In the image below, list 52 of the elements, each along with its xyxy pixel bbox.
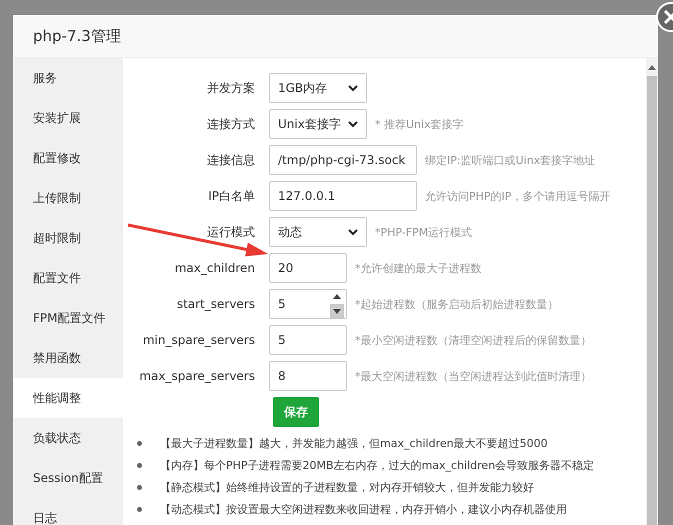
sidebar-item[interactable]: Session配置 (13, 458, 123, 498)
input-field[interactable]: 127.0.0.1 (269, 181, 417, 211)
field-hint: * 推荐Unix套接字 (375, 116, 464, 132)
sidebar-item[interactable]: 上传限制 (13, 178, 123, 218)
field-label: IP白名单 (208, 188, 255, 202)
sidebar-item[interactable]: 服务 (13, 58, 123, 98)
sidebar-item[interactable]: 安装扩展 (13, 98, 123, 138)
number-field[interactable]: 5 (269, 289, 347, 319)
dropdown[interactable]: Unix套接字 (269, 109, 367, 139)
chevron-down-icon (348, 84, 358, 92)
field-label: 运行模式 (207, 224, 255, 238)
field-hint: 允许访问PHP的IP，多个请用逗号隔开 (425, 188, 610, 204)
bullet-icon (137, 484, 142, 490)
note-text: 【最大子进程数量】越大，并发能力越强，但max_children最大不要超过5000 (160, 436, 548, 450)
spin-down-icon[interactable] (330, 304, 344, 319)
note-text: 【动态模式】按设置最大空闲进程数来收回进程，内存开销小，建议小内存机器使用 (160, 502, 567, 516)
chevron-down-icon (348, 228, 358, 236)
chevron-down-icon (348, 120, 358, 128)
dropdown[interactable]: 动态 (269, 217, 367, 247)
note-text: 【静态模式】始终维持设置的子进程数量，对内存开销较大，但并发能力较好 (160, 480, 534, 494)
field-hint: *PHP-FPM运行模式 (375, 224, 472, 240)
sidebar-item[interactable]: FPM配置文件 (13, 298, 123, 338)
field-hint: 绑定IP:监听端口或Uinx套接字地址 (425, 152, 596, 168)
field-hint: *起始进程数（服务启动后初始进程数量） (355, 296, 558, 312)
field-label: 连接信息 (207, 152, 255, 166)
sidebar-item[interactable]: 禁用函数 (13, 338, 123, 378)
sidebar-item[interactable]: 日志 (13, 498, 123, 525)
sidebar-item[interactable]: 性能调整 (13, 378, 123, 418)
field-label: start_servers (176, 297, 255, 311)
input-field[interactable]: 20 (269, 253, 347, 283)
field-label: 连接方式 (207, 116, 255, 130)
sidebar-item[interactable]: 配置文件 (13, 258, 123, 298)
sidebar-item[interactable]: 配置修改 (13, 138, 123, 178)
field-hint: *最大空闲进程数（当空闲进程达到此值时清理） (355, 368, 592, 384)
input-field[interactable]: 5 (269, 325, 347, 355)
bullet-icon (137, 462, 142, 468)
dialog-title: php-7.3管理 (13, 15, 658, 58)
input-field[interactable]: 8 (269, 361, 347, 391)
note-text: 【内存】每个PHP子进程需要20MB左右内存，过大的max_children会导致服务器不稳定 (160, 458, 594, 472)
sidebar-item[interactable]: 超时限制 (13, 218, 123, 258)
scroll-up-icon[interactable] (647, 64, 657, 70)
field-label: max_children (174, 261, 255, 275)
sidebar-item[interactable]: 负载状态 (13, 418, 123, 458)
dropdown[interactable]: 1GB内存 (269, 73, 367, 103)
bullet-icon (137, 506, 142, 512)
input-field[interactable]: /tmp/php-cgi-73.sock (269, 145, 417, 175)
field-label: min_spare_servers (142, 333, 255, 347)
scrollbar[interactable] (646, 58, 658, 525)
field-label: 并发方案 (207, 80, 255, 94)
field-hint: *允许创建的最大子进程数 (355, 260, 482, 276)
bullet-icon (137, 440, 142, 446)
field-hint: *最小空闲进程数（清理空闲进程后的保留数量） (355, 332, 592, 348)
